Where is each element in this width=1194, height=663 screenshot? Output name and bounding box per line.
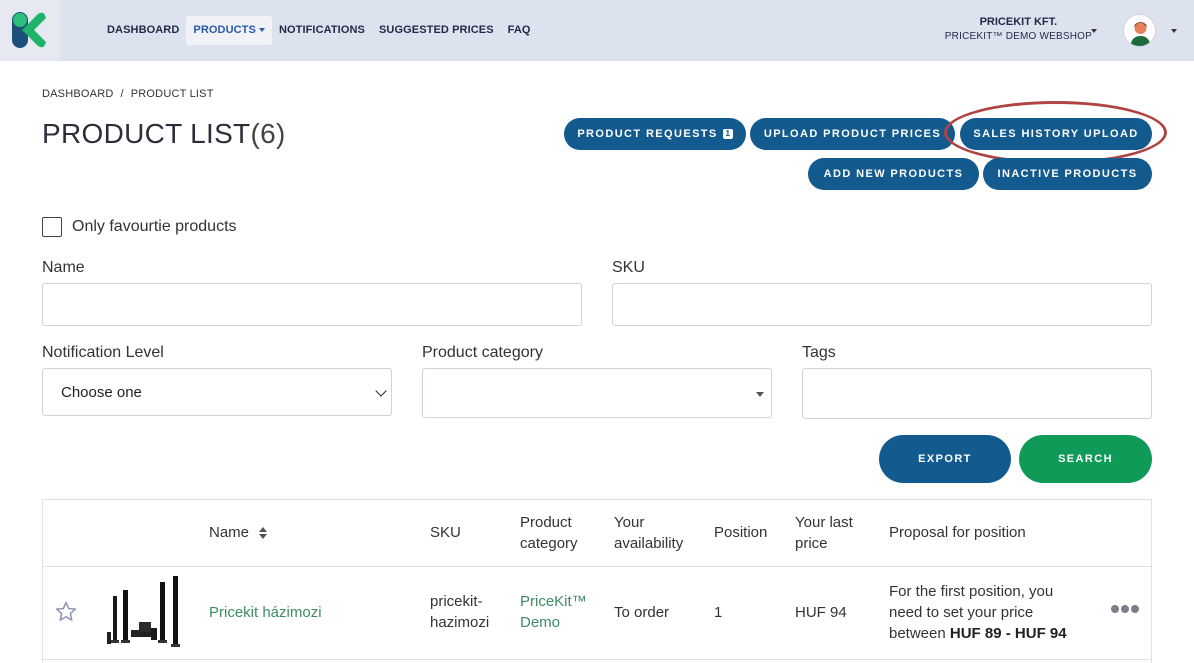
product-category-line2: Demo (520, 614, 561, 631)
nav-faq[interactable]: FAQ (501, 16, 538, 45)
top-navbar: DASHBOARD PRODUCTS NOTIFICATIONS SUGGEST… (0, 0, 1194, 61)
breadcrumb-home[interactable]: DASHBOARD (42, 88, 113, 100)
header-position: Position (714, 524, 768, 541)
main-nav: DASHBOARD PRODUCTS NOTIFICATIONS SUGGEST… (100, 16, 538, 45)
chevron-down-icon (375, 385, 387, 397)
product-sku-line2: hazimozi (430, 614, 490, 631)
header-proposal: Proposal for position (889, 524, 1026, 541)
header-last-price-line2: price (795, 535, 828, 552)
annotation-highlight-ring (944, 101, 1167, 164)
product-name-link[interactable]: Pricekit házimozi (209, 602, 322, 623)
product-availability: To order (614, 604, 670, 621)
product-requests-button[interactable]: PRODUCT REQUESTS 1 (564, 118, 746, 150)
header-last-price-line1: Your last (795, 514, 853, 531)
header-name[interactable]: Name (209, 522, 268, 543)
account-chevron-down-icon[interactable] (1091, 29, 1097, 33)
breadcrumb-current: PRODUCT LIST (130, 88, 214, 100)
table-row: Pricekit házimozi pricekit- hazimozi Pri… (43, 568, 1151, 660)
header-sku: SKU (430, 524, 461, 541)
header-last-price: Your last price (795, 512, 853, 554)
name-input[interactable] (42, 283, 582, 326)
product-sku-line1: pricekit- (430, 593, 483, 610)
product-category-label: Product category (422, 344, 543, 361)
product-thumbnail[interactable] (103, 576, 185, 651)
add-new-products-button[interactable]: ADD NEW PRODUCTS (808, 158, 979, 190)
pricekit-logo-icon (12, 12, 46, 48)
nav-notifications[interactable]: NOTIFICATIONS (272, 16, 372, 45)
proposal-line3: between HUF 89 - HUF 94 (889, 623, 1089, 644)
tags-label: Tags (802, 344, 836, 361)
nav-products[interactable]: PRODUCTS (186, 16, 272, 45)
sku-input[interactable] (612, 283, 1152, 326)
header-category-line2: category (520, 535, 578, 552)
account-shop: PRICEKIT™ DEMO WEBSHOP (944, 31, 1092, 42)
inactive-products-button[interactable]: INACTIVE PRODUCTS (983, 158, 1152, 190)
avatar[interactable] (1123, 14, 1156, 47)
product-sku: pricekit- hazimozi (430, 591, 489, 633)
page-title-text: PRODUCT LIST (42, 118, 251, 149)
product-table: Name SKU Product category Your availabil… (42, 499, 1152, 663)
product-category-line1: PriceKit™ (520, 593, 587, 610)
header-category-line1: Product (520, 514, 572, 531)
tags-input[interactable] (802, 368, 1152, 419)
product-category-select[interactable] (422, 368, 772, 418)
nav-products-label: PRODUCTS (193, 24, 256, 36)
page-title: PRODUCT LIST(6) (42, 118, 286, 150)
export-button[interactable]: EXPORT (879, 435, 1011, 483)
notification-level-select[interactable]: Choose one (42, 368, 392, 416)
chevron-down-icon (258, 28, 265, 33)
favourites-label: Only favourtie products (72, 218, 237, 235)
product-count: (6) (250, 118, 286, 149)
logo[interactable] (0, 0, 60, 61)
notification-level-label: Notification Level (42, 344, 164, 361)
favourites-checkbox[interactable] (42, 217, 62, 237)
upload-product-prices-button[interactable]: UPLOAD PRODUCT PRICES (750, 118, 955, 150)
nav-dashboard[interactable]: DASHBOARD (100, 16, 186, 45)
account-switcher[interactable]: PRICEKIT KFT. PRICEKIT™ DEMO WEBSHOP (945, 16, 1092, 45)
name-label: Name (42, 259, 85, 276)
product-requests-label: PRODUCT REQUESTS (577, 128, 718, 140)
sort-icon (259, 527, 268, 540)
product-position: 1 (714, 604, 723, 621)
nav-suggested-prices[interactable]: SUGGESTED PRICES (372, 16, 501, 45)
proposal-line2: need to set your price (889, 604, 1034, 621)
more-options-icon[interactable] (1111, 605, 1139, 613)
star-icon[interactable] (55, 601, 77, 622)
proposal-line1: For the first position, you (889, 583, 1054, 600)
sku-label: SKU (612, 259, 645, 276)
proposal-prefix: between (889, 625, 946, 642)
header-name-label: Name (209, 524, 250, 541)
user-avatar-icon (1130, 22, 1151, 46)
product-requests-badge: 1 (722, 129, 733, 139)
header-availability-line1: Your (614, 514, 645, 531)
product-category-link[interactable]: PriceKit™ Demo (520, 591, 587, 633)
product-proposal: For the first position, you need to set … (889, 581, 1089, 644)
table-header: Name SKU Product category Your availabil… (43, 500, 1151, 567)
header-availability-line2: availability (614, 535, 684, 552)
product-last-price: HUF 94 (795, 604, 847, 621)
search-button[interactable]: SEARCH (1019, 435, 1152, 483)
header-category: Product category (520, 512, 578, 554)
avatar-chevron-down-icon[interactable] (1171, 29, 1177, 33)
account-company: PRICEKIT KFT. (979, 16, 1058, 28)
breadcrumb-separator: / (120, 88, 124, 100)
caret-down-icon (756, 392, 764, 397)
breadcrumb: DASHBOARD / PRODUCT LIST (42, 88, 214, 100)
favourites-filter[interactable]: Only favourtie products (42, 217, 237, 237)
header-availability: Your availability (614, 512, 683, 554)
notification-level-value: Choose one (61, 383, 142, 401)
proposal-range: HUF 89 - HUF 94 (949, 625, 1067, 642)
